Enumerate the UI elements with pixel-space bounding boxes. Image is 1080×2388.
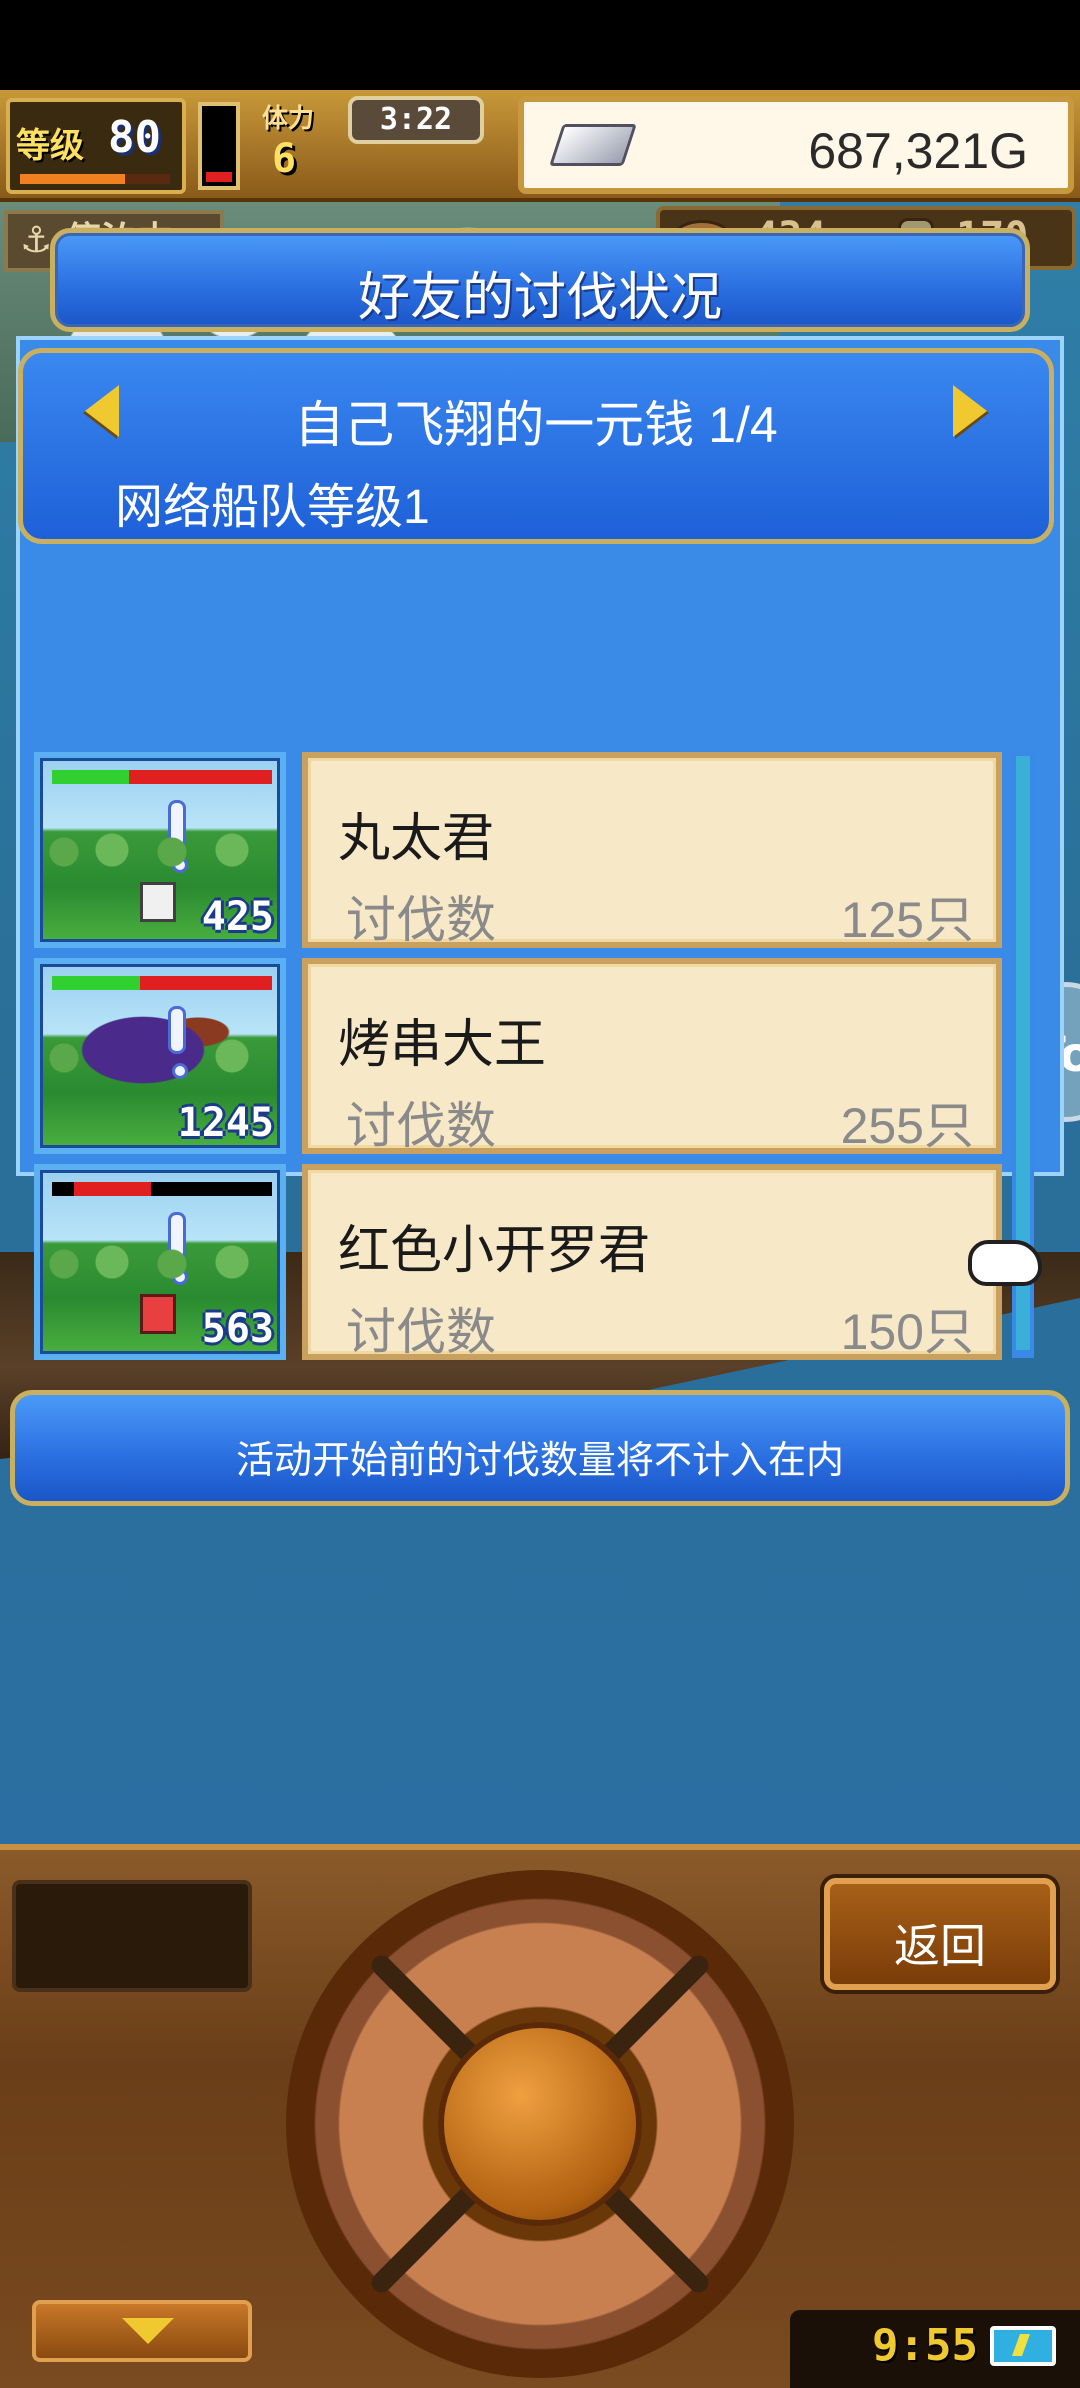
wheel-hub-button[interactable]: [438, 2022, 642, 2226]
monster-sprite: [140, 882, 176, 922]
stamina-value: 6: [272, 136, 297, 182]
hp-bar: [52, 1182, 272, 1196]
hunt-count-value: 255只: [840, 1098, 974, 1154]
gold-bar-icon: [549, 124, 637, 166]
level-label: 等级: [16, 126, 84, 166]
friend-header: 自己飞翔的一元钱 1/4 网络船队等级1: [18, 348, 1054, 544]
forest-backdrop: [40, 828, 280, 868]
exp-bar: [20, 174, 170, 184]
dialog-title-bar: 好友的讨伐状况: [50, 228, 1030, 332]
dialog-footer: 活动开始前的讨伐数量将不计入在内: [10, 1390, 1070, 1506]
thumbnail-count: 563: [201, 1306, 274, 1352]
monster-name: 烤串大王: [338, 1016, 547, 1074]
clock-panel: 9:55: [790, 2310, 1080, 2388]
stamina-gauge: [198, 102, 240, 190]
level-value: 80: [108, 112, 161, 163]
monster-sprite: [44, 984, 264, 1104]
hunt-card: 丸太君 讨伐数 125只: [302, 752, 1002, 948]
fleet-level: 网络船队等级1: [115, 481, 430, 534]
top-hud: 等级 80 体力 6 3:22 687,321G: [0, 90, 1080, 202]
level-panel: 等级 80: [6, 98, 186, 194]
hunt-card: 红色小开罗君 讨伐数 150只: [302, 1164, 1002, 1360]
hunt-count-label: 讨伐数: [346, 1098, 496, 1154]
menu-down-button[interactable]: [32, 2300, 252, 2362]
monster-sprite: [140, 1294, 176, 1334]
list-item[interactable]: 563 红色小开罗君 讨伐数 150只: [34, 1164, 1004, 1360]
hunt-card: 烤串大王 讨伐数 255只: [302, 958, 1002, 1154]
empty-slot: [12, 1880, 252, 1992]
monster-name: 丸太君: [338, 810, 495, 868]
ship-wheel[interactable]: [286, 1870, 794, 2378]
footer-note: 活动开始前的讨伐数量将不计入在内: [235, 1440, 844, 1482]
status-strip: [0, 0, 1080, 90]
hunt-count-value: 125只: [840, 892, 974, 948]
stamina-label: 体力: [262, 104, 315, 134]
stamina-timer: 3:22: [348, 96, 484, 144]
back-button[interactable]: 返回: [824, 1878, 1056, 1990]
gold-panel: 687,321G: [518, 96, 1074, 194]
gold-value: 687,321G: [808, 123, 1028, 179]
forest-backdrop: [40, 1240, 280, 1280]
monster-thumbnail: 563: [34, 1164, 286, 1360]
back-button-label: 返回: [894, 1920, 986, 1972]
monster-thumbnail: 1245: [34, 958, 286, 1154]
thumbnail-count: 1245: [177, 1100, 274, 1146]
list-item[interactable]: 425 丸太君 讨伐数 125只: [34, 752, 1004, 948]
list-item[interactable]: 1245 烤串大王 讨伐数 255只: [34, 958, 1004, 1154]
hunt-count-value: 150只: [840, 1304, 974, 1360]
thumbnail-count: 425: [201, 894, 274, 940]
hunt-count-label: 讨伐数: [346, 892, 496, 948]
clock: 9:55: [872, 2320, 978, 2371]
chevron-down-icon: [122, 2318, 174, 2344]
alert-icon: [168, 1006, 188, 1079]
pointer-hand-icon: [968, 1240, 1042, 1286]
hp-bar: [52, 770, 272, 784]
next-arrow-icon[interactable]: [953, 385, 987, 437]
monster-name: 红色小开罗君: [338, 1222, 651, 1280]
friend-name: 自己飞翔的一元钱 1/4: [294, 397, 778, 453]
hunt-count-label: 讨伐数: [346, 1304, 496, 1360]
dialog-title: 好友的讨伐状况: [357, 269, 722, 327]
anchor-icon: ⚓: [20, 220, 53, 261]
monster-thumbnail: 425: [34, 752, 286, 948]
battery-icon: [990, 2326, 1056, 2366]
control-panel: 返回 9:55: [0, 1844, 1080, 2388]
